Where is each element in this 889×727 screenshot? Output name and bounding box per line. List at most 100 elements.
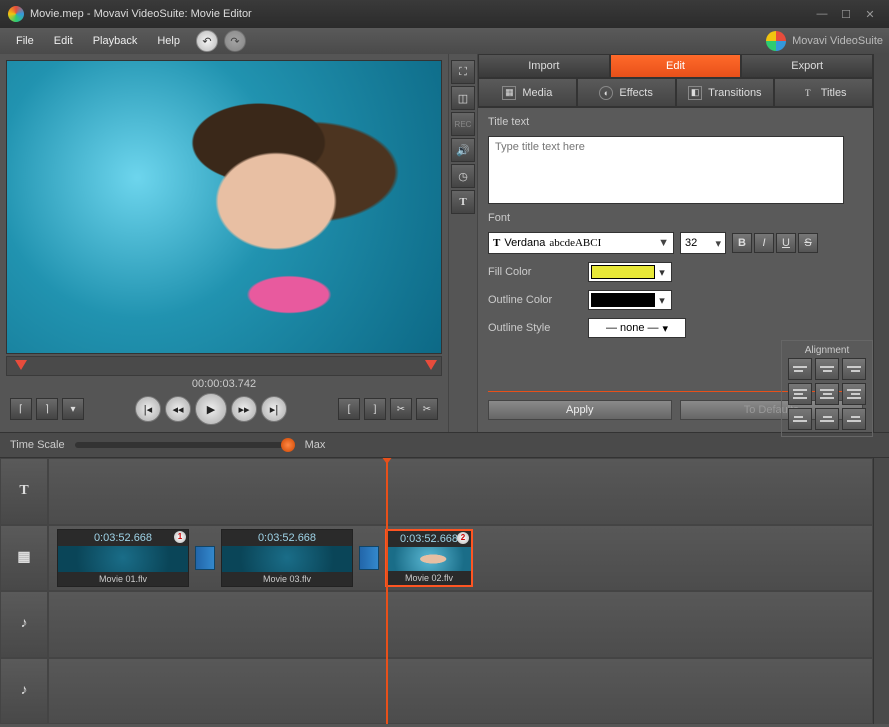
fill-color-picker[interactable]: ▾ — [588, 262, 672, 282]
menu-file[interactable]: File — [6, 31, 44, 51]
mark-in-button[interactable]: ⌈ — [10, 398, 32, 420]
titles-icon: T — [801, 86, 815, 100]
timescale-slider[interactable] — [75, 442, 295, 448]
clip-thumbnail — [387, 547, 471, 571]
playhead[interactable] — [386, 458, 388, 724]
font-size-select[interactable]: 32 ▾ — [680, 232, 726, 254]
titles-track[interactable] — [48, 458, 873, 525]
subtab-effects[interactable]: ◐Effects — [577, 78, 676, 107]
align-mid-center[interactable] — [815, 383, 839, 405]
film-track-icon: ▦ — [17, 549, 30, 566]
mark-out-button[interactable]: ⌉ — [36, 398, 58, 420]
subtab-titles[interactable]: TTitles — [774, 78, 873, 107]
time-tool[interactable]: ◷ — [451, 164, 475, 188]
clip-2[interactable]: 0:03:52.668 Movie 03.flv — [221, 529, 353, 587]
video-viewer[interactable] — [6, 60, 442, 354]
cut-alt-button[interactable]: ✂ — [416, 398, 438, 420]
font-label: Font — [488, 212, 863, 224]
tracks-area[interactable]: 0:03:52.6681 Movie 01.flv 0:03:52.668 Mo… — [48, 458, 873, 724]
in-marker-icon[interactable] — [15, 360, 27, 370]
align-top-center[interactable] — [815, 358, 839, 380]
panel-scrollbar[interactable] — [873, 54, 889, 432]
outline-style-label: Outline Style — [488, 322, 578, 334]
outline-color-picker[interactable]: ▾ — [588, 290, 672, 310]
menu-playback[interactable]: Playback — [83, 31, 148, 51]
menu-help[interactable]: Help — [147, 31, 190, 51]
align-bot-right[interactable] — [842, 408, 866, 430]
preview-scrubber[interactable] — [6, 356, 442, 376]
volume-tool[interactable]: 🔊 — [451, 138, 475, 162]
timecode-display: 00:00:03.742 — [6, 376, 442, 392]
audio-track-icon: ♪ — [21, 616, 28, 632]
menu-bar: File Edit Playback Help ↶ ↷ Movavi Video… — [0, 28, 889, 54]
effects-icon: ◐ — [599, 86, 613, 100]
redo-button[interactable]: ↷ — [224, 30, 246, 52]
audio-track-icon: ♪ — [21, 683, 28, 699]
clip-mode-button[interactable]: ▾ — [62, 398, 84, 420]
apply-button[interactable]: Apply — [488, 400, 672, 420]
subtab-transitions[interactable]: ◧Transitions — [676, 78, 775, 107]
tab-export[interactable]: Export — [741, 54, 873, 78]
video-track[interactable]: 0:03:52.6681 Movie 01.flv 0:03:52.668 Mo… — [48, 525, 873, 592]
alignment-group: Alignment — [781, 340, 873, 437]
clip-3[interactable]: 0:03:52.6682 Movie 02.flv — [385, 529, 473, 587]
bold-button[interactable]: B — [732, 233, 752, 253]
tab-import[interactable]: Import — [478, 54, 610, 78]
underline-button[interactable]: U — [776, 233, 796, 253]
cut-button[interactable]: ✂ — [390, 398, 412, 420]
align-bot-left[interactable] — [788, 408, 812, 430]
subtab-media[interactable]: ▦Media — [478, 78, 577, 107]
timeline-scrollbar[interactable] — [873, 458, 889, 724]
align-mid-right[interactable] — [842, 383, 866, 405]
slider-knob[interactable] — [281, 438, 295, 452]
clip-badge: 1 — [174, 531, 186, 543]
minimize-button[interactable]: — — [811, 6, 833, 22]
align-top-left[interactable] — [788, 358, 812, 380]
transition-1[interactable] — [195, 546, 215, 570]
undo-button[interactable]: ↶ — [196, 30, 218, 52]
track-header-audio1[interactable]: ♪ — [0, 591, 48, 658]
text-tool[interactable]: T — [451, 190, 475, 214]
title-bar: Movie.mep - Movavi VideoSuite: Movie Edi… — [0, 0, 889, 28]
goto-end-button[interactable]: ▸| — [261, 396, 287, 422]
transition-2[interactable] — [359, 546, 379, 570]
font-icon: T — [493, 237, 500, 249]
text-track-icon: T — [19, 483, 28, 499]
title-text-input[interactable] — [488, 136, 844, 204]
timescale-label: Time Scale — [10, 439, 65, 451]
forward-button[interactable]: ▸▸ — [231, 396, 257, 422]
outline-style-select[interactable]: — none — ▾ — [588, 318, 686, 338]
brand-label: Movavi VideoSuite — [766, 31, 883, 51]
play-button[interactable]: ▶ — [195, 393, 227, 425]
transport-bar: ⌈ ⌉ ▾ |◂ ◂◂ ▶ ▸▸ ▸| [ ] ✂ ✂ — [6, 392, 442, 426]
tab-edit[interactable]: Edit — [610, 54, 742, 78]
strike-button[interactable]: S — [798, 233, 818, 253]
align-mid-left[interactable] — [788, 383, 812, 405]
track-header-video[interactable]: ▦ — [0, 525, 48, 592]
outline-color-swatch — [591, 293, 655, 307]
maximize-button[interactable]: ☐ — [835, 6, 857, 22]
rewind-button[interactable]: ◂◂ — [165, 396, 191, 422]
track-header-audio2[interactable]: ♪ — [0, 658, 48, 725]
menu-edit[interactable]: Edit — [44, 31, 83, 51]
crop-tool[interactable]: ◫ — [451, 86, 475, 110]
italic-button[interactable]: I — [754, 233, 774, 253]
align-top-right[interactable] — [842, 358, 866, 380]
audio-track-2[interactable] — [48, 658, 873, 725]
chevron-down-icon: ▾ — [655, 294, 669, 307]
split-right-button[interactable]: ] — [364, 398, 386, 420]
timeline: T ▦ ♪ ♪ 0:03:52.6681 Movie 01.flv 0:03:5… — [0, 458, 889, 724]
fullscreen-tool[interactable]: ⛶ — [451, 60, 475, 84]
clip-1[interactable]: 0:03:52.6681 Movie 01.flv — [57, 529, 189, 587]
track-header-titles[interactable]: T — [0, 458, 48, 525]
record-tool[interactable]: REC — [451, 112, 475, 136]
goto-start-button[interactable]: |◂ — [135, 396, 161, 422]
close-button[interactable]: ✕ — [859, 6, 881, 22]
track-headers: T ▦ ♪ ♪ — [0, 458, 48, 724]
audio-track-1[interactable] — [48, 591, 873, 658]
align-bot-center[interactable] — [815, 408, 839, 430]
out-marker-icon[interactable] — [425, 360, 437, 370]
font-family-select[interactable]: T Verdana abcdeABCI ▼ — [488, 232, 674, 254]
split-left-button[interactable]: [ — [338, 398, 360, 420]
clip-thumbnail — [222, 546, 352, 572]
